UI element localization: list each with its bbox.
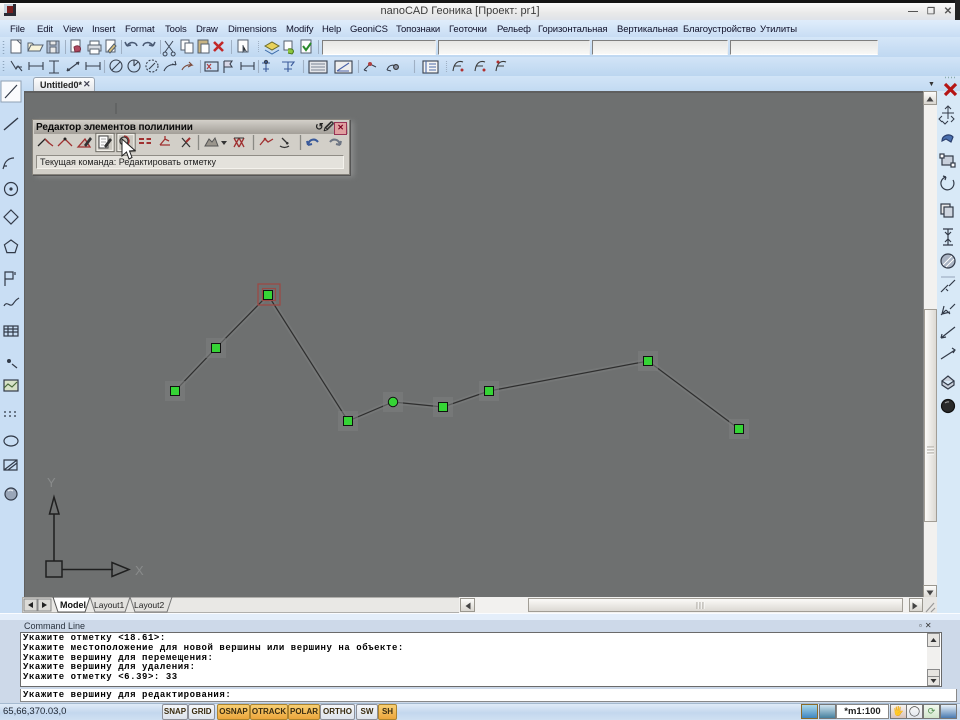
svg-text:Layout1: Layout1 bbox=[94, 600, 125, 610]
svg-text:Y: Y bbox=[47, 475, 56, 490]
svg-text:Layout2: Layout2 bbox=[134, 600, 165, 610]
svg-text:Model: Model bbox=[60, 600, 86, 610]
svg-text:X: X bbox=[135, 563, 144, 578]
